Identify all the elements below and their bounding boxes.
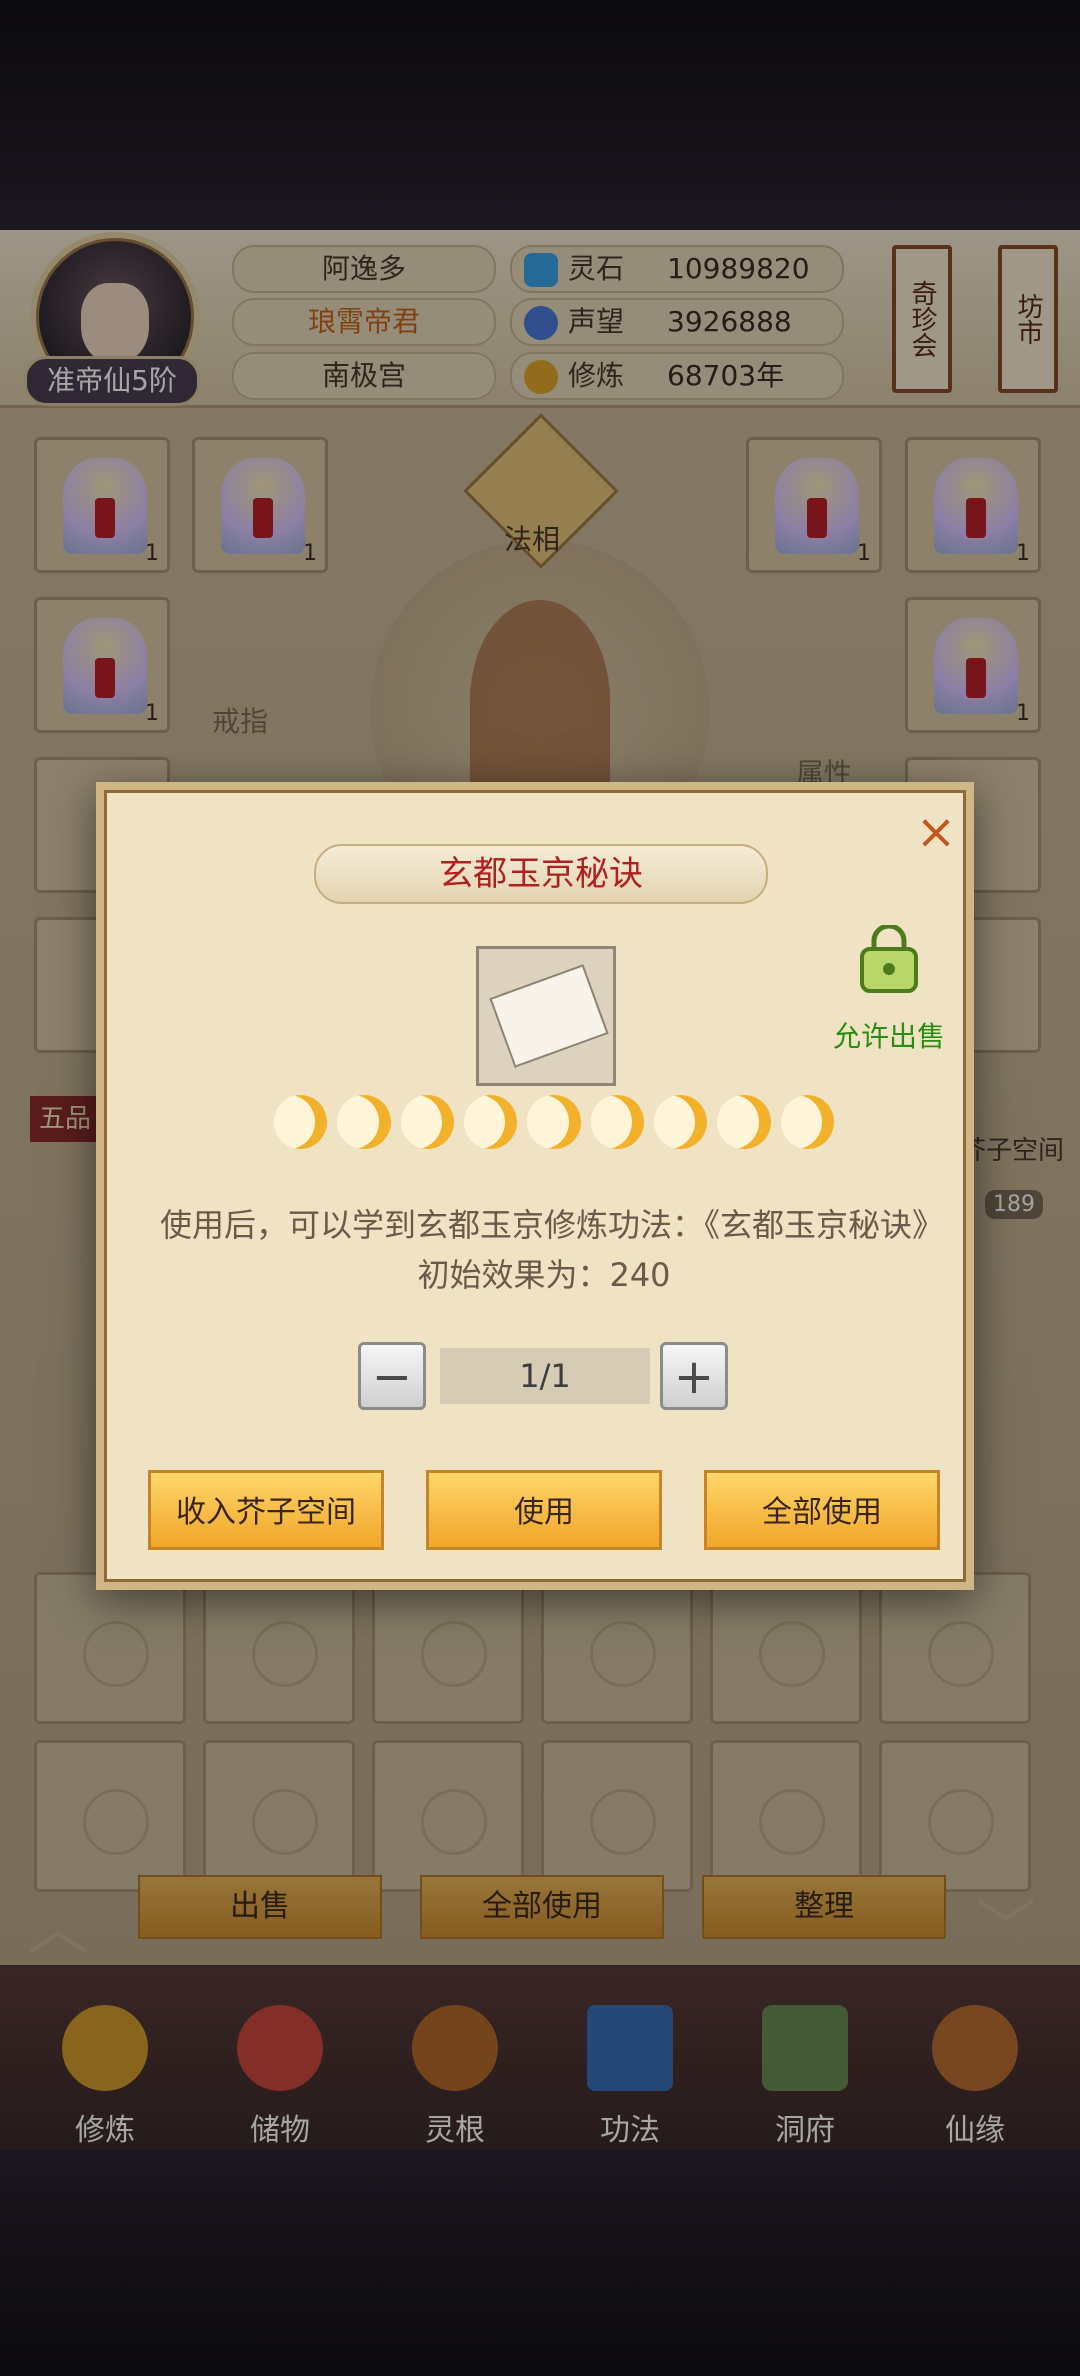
close-icon[interactable]: ×: [914, 808, 958, 856]
use-button[interactable]: 使用: [426, 1470, 662, 1550]
moon-icon: [274, 1095, 328, 1149]
dialog-title: 玄都玉京秘诀: [314, 844, 768, 904]
moon-icon: [337, 1095, 391, 1149]
quality-moons: [274, 1095, 834, 1165]
moon-icon: [780, 1095, 834, 1149]
moon-icon: [527, 1095, 581, 1149]
item-dialog: 玄都玉京秘诀 × 允许出售 使用后，可以学到玄都玉京修炼功法：《玄都玉京秘诀》初…: [96, 782, 974, 1590]
quantity-display: 1/1: [440, 1348, 650, 1404]
use-all-button[interactable]: 全部使用: [704, 1470, 940, 1550]
moon-icon: [463, 1095, 518, 1149]
minus-button[interactable]: −: [358, 1342, 426, 1410]
moon-icon: [717, 1095, 771, 1149]
moon-icon: [653, 1095, 708, 1149]
item-description: 使用后，可以学到玄都玉京修炼功法：《玄都玉京秘诀》初始效果为：240: [159, 1206, 928, 1294]
technique-book-item-icon: [476, 946, 616, 1086]
moon-icon: [590, 1095, 644, 1149]
store-to-space-button[interactable]: 收入芥子空间: [148, 1470, 384, 1550]
plus-button[interactable]: +: [660, 1342, 728, 1410]
lock-icon[interactable]: [854, 923, 924, 995]
moon-icon: [400, 1095, 454, 1149]
allow-sale-label: 允许出售: [832, 1020, 945, 1053]
